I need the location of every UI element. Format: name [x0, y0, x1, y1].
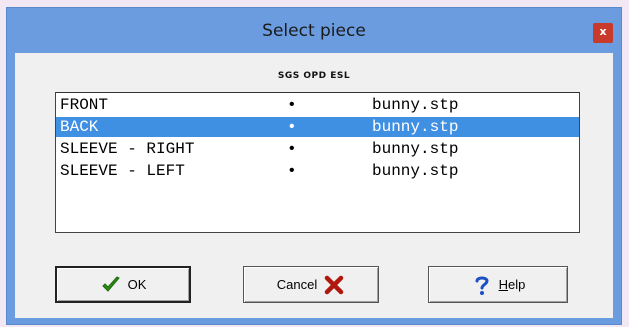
dialog-body: SGS OPD ESL FRONT • bunny.stp BACK • bun… [15, 53, 613, 318]
close-icon: x [599, 25, 607, 38]
piece-marker: • [287, 96, 297, 114]
piece-file: bunny.stp [372, 162, 459, 180]
column-codes-header: SGS OPD ESL [277, 71, 351, 81]
cancel-button-label: Cancel [276, 277, 318, 292]
cancel-button[interactable]: Cancel [243, 266, 379, 303]
piece-marker: • [287, 162, 297, 180]
dialog-window: Select piece x SGS OPD ESL FRONT • bunny… [6, 7, 622, 325]
close-button[interactable]: x [593, 23, 613, 43]
piece-marker: • [287, 118, 297, 136]
piece-file: bunny.stp [372, 118, 459, 136]
help-button[interactable]: Help [428, 266, 568, 303]
ok-button[interactable]: OK [55, 266, 191, 303]
help-button-label: Help [498, 277, 526, 292]
window-title: Select piece [262, 21, 366, 41]
piece-name: SLEEVE - LEFT [60, 162, 185, 180]
question-mark-icon [475, 276, 489, 295]
piece-file: bunny.stp [372, 140, 459, 158]
checkmark-icon [101, 275, 120, 292]
piece-name: BACK [60, 118, 99, 136]
title-bar[interactable]: Select piece x [7, 8, 621, 53]
list-item[interactable]: SLEEVE - LEFT • bunny.stp [56, 161, 579, 181]
piece-marker: • [287, 140, 297, 158]
list-item[interactable]: FRONT • bunny.stp [56, 95, 579, 115]
piece-name: FRONT [60, 96, 109, 114]
ok-button-label: OK [127, 277, 147, 292]
piece-file: bunny.stp [372, 96, 459, 114]
list-item[interactable]: SLEEVE - RIGHT • bunny.stp [56, 139, 579, 159]
red-x-icon [324, 275, 344, 294]
piece-name: SLEEVE - RIGHT [60, 140, 195, 158]
piece-listbox[interactable]: FRONT • bunny.stp BACK • bunny.stp SLEEV… [55, 92, 580, 233]
list-item-selected[interactable]: BACK • bunny.stp [56, 117, 579, 137]
